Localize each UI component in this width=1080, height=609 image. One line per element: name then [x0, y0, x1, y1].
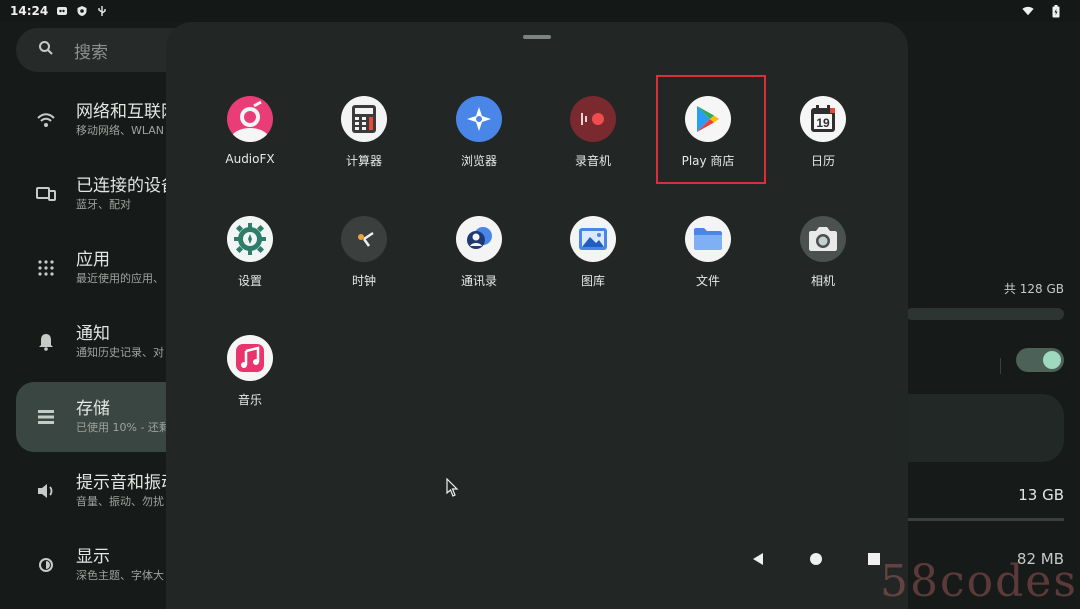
drawer-handle[interactable] — [523, 35, 551, 39]
contacts-icon — [456, 216, 502, 262]
calendar-icon: 19 — [800, 96, 846, 142]
app-calculator[interactable]: 计算器 — [309, 96, 419, 196]
recorder-icon — [570, 96, 616, 142]
divider — [1000, 358, 1001, 374]
app-label: 日历 — [810, 154, 835, 168]
app-label: 计算器 — [345, 154, 382, 168]
app-label: 相机 — [810, 274, 835, 288]
shield-notification-icon — [56, 5, 68, 17]
files-icon — [685, 216, 731, 262]
app-label: 录音机 — [574, 154, 611, 168]
app-browser[interactable]: 浏览器 — [424, 96, 534, 196]
row-subtitle: 已使用 10% - 还剩 — [76, 421, 170, 434]
play-store-highlight-box — [656, 75, 766, 184]
app-contacts[interactable]: 通讯录 — [424, 216, 534, 316]
free-up-space-card[interactable] — [906, 394, 1064, 462]
brightness-icon — [16, 556, 76, 574]
app-audiofx[interactable]: AudioFX — [195, 96, 305, 196]
storage-icon — [16, 410, 76, 424]
row-subtitle: 最近使用的应用、 — [76, 272, 164, 285]
back-icon — [751, 551, 765, 570]
storage-category-bar — [906, 518, 1064, 521]
home-button[interactable] — [804, 548, 828, 572]
security-icon — [76, 5, 88, 17]
music-icon — [227, 335, 273, 381]
bell-icon — [16, 333, 76, 351]
app-gallery[interactable]: 图库 — [538, 216, 648, 316]
volume-icon — [16, 483, 76, 499]
row-subtitle: 深色主题、字体大 — [76, 569, 164, 582]
row-title: 通知 — [76, 324, 110, 344]
devices-icon — [16, 186, 76, 202]
camera-icon — [800, 216, 846, 262]
row-title: 存储 — [76, 399, 110, 419]
row-title: 网络和互联网 — [76, 102, 178, 122]
calendar-day: 19 — [816, 116, 830, 130]
storage-detail-pane: 共 128 GB 13 GB 82 MB — [906, 22, 1080, 609]
settings-icon — [227, 216, 273, 262]
app-label: 设置 — [237, 274, 262, 288]
apps-grid-icon — [16, 260, 76, 276]
wifi-icon — [16, 112, 76, 128]
gallery-icon — [570, 216, 616, 262]
status-time: 14:24 — [10, 4, 49, 18]
mouse-pointer-icon — [446, 477, 460, 502]
wifi-signal-icon — [1022, 5, 1034, 17]
status-bar: 14:24 — [0, 0, 1080, 22]
clock-icon — [341, 216, 387, 262]
app-label: 图库 — [580, 274, 605, 288]
app-files[interactable]: 文件 — [653, 216, 763, 316]
storage-usage-bar — [906, 308, 1064, 320]
row-title: 应用 — [76, 250, 110, 270]
app-camera[interactable]: 相机 — [768, 216, 878, 316]
app-label: 浏览器 — [460, 154, 497, 168]
app-music[interactable]: 音乐 — [195, 335, 305, 435]
row-subtitle: 蓝牙、配对 — [76, 198, 131, 211]
row-title: 已连接的设备 — [76, 176, 178, 196]
toggle-knob — [1043, 351, 1061, 369]
row-title: 显示 — [76, 547, 110, 567]
battery-icon — [1050, 4, 1062, 17]
watermark: 58codes — [880, 556, 1078, 607]
browser-icon — [456, 96, 502, 142]
calculator-icon — [341, 96, 387, 142]
back-button[interactable] — [746, 548, 770, 572]
storage-category-size: 13 GB — [1018, 486, 1064, 504]
audiofx-icon — [227, 96, 273, 142]
recents-icon — [867, 551, 881, 570]
app-label: 音乐 — [237, 393, 262, 407]
app-label: AudioFX — [225, 152, 275, 166]
search-placeholder: 搜索 — [74, 42, 108, 63]
row-subtitle: 音量、振动、勿扰 — [76, 495, 164, 508]
storage-manager-toggle[interactable] — [1016, 348, 1064, 372]
app-clock[interactable]: 时钟 — [309, 216, 419, 316]
home-icon — [809, 551, 823, 570]
storage-total: 共 128 GB — [1003, 282, 1064, 296]
usb-icon — [96, 5, 108, 17]
app-recorder[interactable]: 录音机 — [538, 96, 648, 196]
search-icon — [38, 40, 54, 60]
row-subtitle: 通知历史记录、对 — [76, 346, 164, 359]
app-label: 时钟 — [351, 274, 376, 288]
app-label: 文件 — [695, 274, 720, 288]
row-title: 提示音和振动 — [76, 473, 178, 493]
app-drawer: AudioFX 计算器 浏览器 录音机 Play 商店 19 日历 设置 时钟 … — [166, 22, 908, 609]
app-label: 通讯录 — [460, 274, 497, 288]
row-subtitle: 移动网络、WLAN — [76, 124, 165, 137]
app-calendar[interactable]: 19 日历 — [768, 96, 878, 196]
app-settings[interactable]: 设置 — [195, 216, 305, 316]
